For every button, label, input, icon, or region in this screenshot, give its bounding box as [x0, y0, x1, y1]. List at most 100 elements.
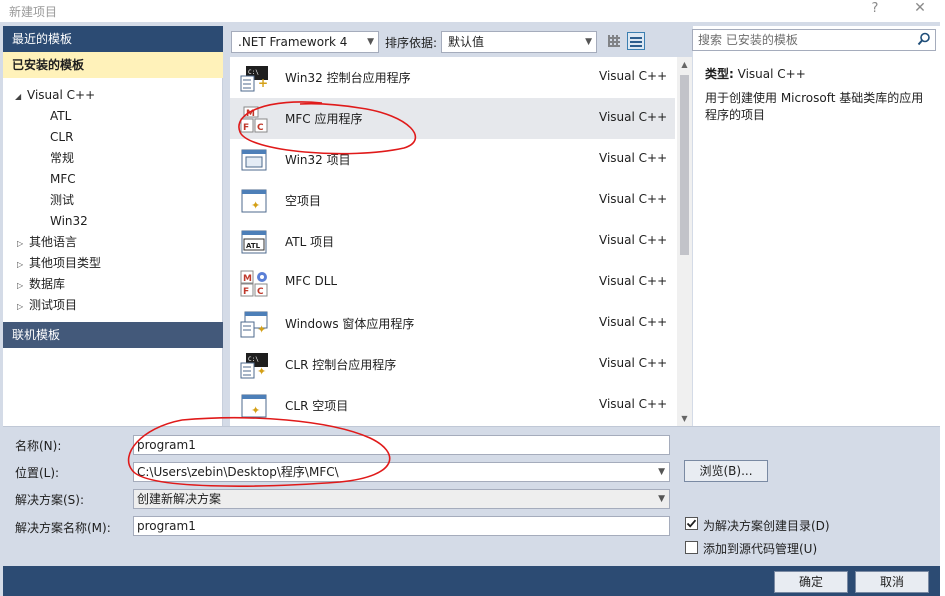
collapsed-icon[interactable]: ▷ [17, 233, 29, 254]
window-icon [241, 149, 267, 171]
framework-select[interactable]: .NET Framework 4 ▼ [231, 31, 379, 53]
svg-text:F: F [243, 123, 249, 133]
location-field[interactable]: C:\Users\zebin\Desktop\程序\MFC\ ▼ [133, 462, 670, 482]
installed-templates-tab[interactable]: 已安装的模板 [3, 52, 223, 78]
tree-item-test-projects[interactable]: ▷ 测试项目 [17, 295, 77, 316]
search-placeholder: 搜索 已安装的模板 [698, 33, 798, 47]
list-item[interactable]: ATL ATL 项目 Visual C++ [230, 221, 675, 262]
project-name: 空项目 [285, 194, 322, 208]
project-language: Visual C++ [599, 151, 668, 165]
expanded-icon[interactable]: ◢ [15, 86, 27, 107]
search-icon[interactable] [917, 32, 931, 46]
window-edge [940, 22, 945, 596]
collapsed-icon[interactable]: ▷ [17, 254, 29, 275]
cancel-button[interactable]: 取消 [855, 571, 929, 593]
close-button[interactable]: ✕ [912, 0, 928, 16]
project-name: CLR 空项目 [285, 399, 349, 413]
svg-text:✦: ✦ [251, 199, 260, 212]
tree-item-label: 其他语言 [29, 235, 78, 249]
template-toolbar: .NET Framework 4 ▼ 排序依据: 默认值 ▼ [225, 26, 685, 56]
svg-text:+: + [258, 76, 268, 90]
source-control-checkbox[interactable] [685, 541, 698, 554]
scroll-thumb[interactable] [680, 75, 689, 255]
project-name: Windows 窗体应用程序 [285, 317, 415, 331]
project-language: Visual C++ [599, 356, 668, 370]
solution-name-label: 解决方案名称(M): [15, 521, 111, 535]
chevron-down-icon: ▼ [585, 37, 592, 47]
type-label: 类型: [705, 67, 734, 81]
chevron-down-icon[interactable]: ▼ [658, 463, 665, 481]
project-template-list: C:\ + Win32 控制台应用程序 Visual C++ MFC MFC 应用… [230, 57, 692, 426]
collapsed-icon[interactable]: ▷ [17, 296, 29, 317]
scroll-down-icon[interactable]: ▼ [677, 411, 692, 426]
project-settings-form: 名称(N): program1 位置(L): C:\Users\zebin\De… [3, 426, 940, 566]
tree-item-clr[interactable]: CLR [50, 127, 73, 148]
framework-value: .NET Framework 4 [238, 35, 348, 49]
create-directory-label[interactable]: 为解决方案创建目录(D) [703, 517, 830, 534]
tree-item-mfc[interactable]: MFC [50, 169, 76, 190]
project-language: Visual C++ [599, 315, 668, 329]
svg-text:✦: ✦ [257, 365, 266, 378]
svg-text:F: F [243, 287, 249, 297]
list-item[interactable]: ✦ Windows 窗体应用程序 Visual C++ [230, 303, 675, 344]
project-name: Win32 项目 [285, 153, 351, 167]
tree-item-database[interactable]: ▷ 数据库 [17, 274, 65, 295]
empty-project-icon: ✦ [241, 189, 267, 213]
project-name: MFC DLL [285, 274, 338, 288]
list-view-button[interactable] [627, 32, 645, 50]
list-item[interactable]: Win32 项目 Visual C++ [230, 139, 675, 180]
list-item[interactable]: ✦ CLR 空项目 Visual C++ [230, 385, 675, 426]
description-type: 类型: Visual C++ [705, 65, 806, 82]
tree-item-general[interactable]: 常规 [50, 148, 74, 169]
list-item[interactable]: ✦ 空项目 Visual C++ [230, 180, 675, 221]
svg-text:M: M [243, 274, 252, 284]
list-item[interactable]: C:\ + Win32 控制台应用程序 Visual C++ [230, 57, 675, 98]
tree-item-visual-cpp[interactable]: ◢ Visual C++ [15, 85, 95, 106]
location-label: 位置(L): [15, 466, 60, 480]
svg-text:ATL: ATL [246, 242, 261, 250]
svg-text:✦: ✦ [257, 323, 266, 336]
tree-item-win32[interactable]: Win32 [50, 211, 88, 232]
sort-value: 默认值 [448, 35, 485, 49]
list-item[interactable]: MFC MFC DLL Visual C++ [230, 262, 675, 303]
browse-button[interactable]: 浏览(B)... [684, 460, 768, 482]
project-name: MFC 应用程序 [285, 112, 363, 126]
template-tree-panel: 最近的模板 已安装的模板 ◢ Visual C++ ATL CLR 常规 MFC … [3, 26, 223, 426]
description-panel: 搜索 已安装的模板 类型: Visual C++ 用于创建使用 Microsof… [692, 26, 940, 426]
description-text: 用于创建使用 Microsoft 基础类库的应用程序的项目 [705, 91, 924, 122]
svg-text:C:\: C:\ [248, 69, 259, 76]
sort-select[interactable]: 默认值 ▼ [441, 31, 597, 53]
solution-select[interactable]: 创建新解决方案 ▼ [133, 489, 670, 509]
project-language: Visual C++ [599, 397, 668, 411]
tree-item-label: 数据库 [29, 277, 66, 291]
scroll-up-icon[interactable]: ▲ [677, 57, 692, 72]
list-scrollbar[interactable]: ▲ ▼ [677, 57, 692, 426]
name-field[interactable]: program1 [133, 435, 670, 455]
list-item[interactable]: C:\ ✦ CLR 控制台应用程序 Visual C++ [230, 344, 675, 385]
svg-text:C:\: C:\ [248, 356, 259, 363]
source-control-label[interactable]: 添加到源代码管理(U) [703, 540, 817, 557]
tree-item-test[interactable]: 测试 [50, 190, 74, 211]
tree-item-label: Visual C++ [27, 88, 96, 102]
name-label: 名称(N): [15, 439, 62, 453]
mfc-app-icon: MF C [240, 106, 268, 133]
online-templates-tab[interactable]: 联机模板 [3, 322, 223, 348]
project-language: Visual C++ [599, 69, 668, 83]
tree-item-other-project-types[interactable]: ▷ 其他项目类型 [17, 253, 101, 274]
grid-view-button[interactable] [605, 32, 623, 50]
svg-text:C: C [257, 287, 264, 297]
template-search-input[interactable]: 搜索 已安装的模板 [692, 29, 936, 51]
chevron-down-icon: ▼ [367, 37, 374, 47]
solution-value: 创建新解决方案 [137, 492, 222, 506]
collapsed-icon[interactable]: ▷ [17, 275, 29, 296]
grid-view-icon [608, 35, 620, 47]
checkbox-checked-icon[interactable] [685, 517, 698, 530]
ok-button[interactable]: 确定 [774, 571, 848, 593]
tree-item-other-languages[interactable]: ▷ 其他语言 [17, 232, 77, 253]
list-item-selected[interactable]: MFC MFC 应用程序 Visual C++ [230, 98, 675, 139]
help-button[interactable]: ? [868, 1, 882, 16]
solution-name-field[interactable]: program1 [133, 516, 670, 536]
tree-item-atl[interactable]: ATL [50, 106, 71, 127]
recent-templates-tab[interactable]: 最近的模板 [3, 26, 223, 52]
project-name: Win32 控制台应用程序 [285, 71, 411, 85]
